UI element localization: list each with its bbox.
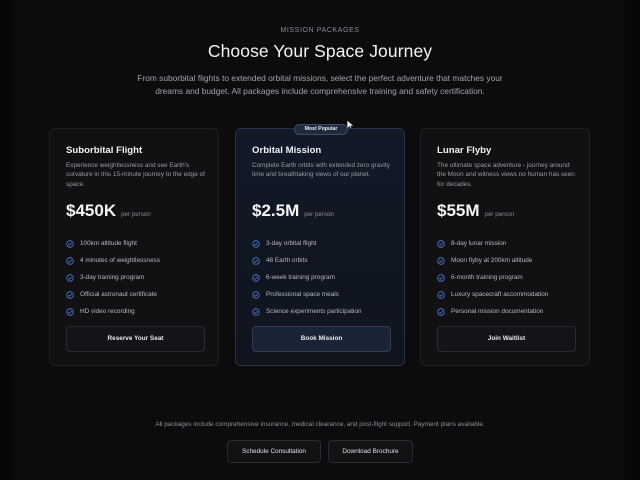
package-name: Orbital Mission <box>252 145 322 156</box>
book-mission-button[interactable]: Book Mission <box>252 326 391 352</box>
feature-label: Official astronaut certificate <box>80 291 157 298</box>
feature-item: 4 minutes of weightlessness <box>66 252 160 269</box>
feature-label: Personal mission documentation <box>451 308 544 315</box>
package-price: $55M <box>437 201 480 220</box>
feature-list: 8-day lunar mission Moon flyby at 200km … <box>437 235 548 320</box>
check-circle-icon <box>66 239 74 248</box>
price-row: $55M per person <box>437 201 514 221</box>
package-description: The ultimate space adventure - journey a… <box>437 162 575 188</box>
feature-label: 3-day training program <box>80 274 145 281</box>
check-circle-icon <box>252 239 260 248</box>
feature-item: Luxury spacecraft accommodation <box>437 286 548 303</box>
package-name: Suborbital Flight <box>66 145 143 156</box>
package-price: $2.5M <box>252 201 300 220</box>
check-circle-icon <box>252 307 260 316</box>
package-card-suborbital: Suborbital Flight Experience weightlessn… <box>49 128 219 366</box>
feature-label: HD video recording <box>80 308 135 315</box>
most-popular-badge: Most Popular <box>294 124 348 135</box>
package-name: Lunar Flyby <box>437 145 492 156</box>
check-circle-icon <box>252 273 260 282</box>
check-circle-icon <box>66 256 74 265</box>
feature-label: Professional space meals <box>266 291 339 298</box>
check-circle-icon <box>437 273 445 282</box>
page: MISSION PACKAGES Choose Your Space Journ… <box>0 0 640 480</box>
feature-item: Personal mission documentation <box>437 303 548 320</box>
feature-item: 6-month training program <box>437 269 548 286</box>
feature-label: 6-week training program <box>266 274 335 281</box>
check-circle-icon <box>66 307 74 316</box>
section-eyebrow: MISSION PACKAGES <box>280 27 360 34</box>
feature-label: Luxury spacecraft accommodation <box>451 291 549 298</box>
feature-item: 3-day orbital flight <box>252 235 362 252</box>
package-card-orbital: Most Popular Orbital Mission Complete Ea… <box>235 124 405 366</box>
left-edge-shade <box>0 0 22 480</box>
join-waitlist-button[interactable]: Join Waitlist <box>437 326 576 352</box>
price-row: $2.5M per person <box>252 201 334 221</box>
feature-label: 48 Earth orbits <box>266 257 308 264</box>
feature-item: Official astronaut certificate <box>66 286 160 303</box>
package-card-lunar: Lunar Flyby The ultimate space adventure… <box>420 128 590 366</box>
price-unit: per person <box>484 211 515 218</box>
page-subtitle: From suborbital flights to extended orbi… <box>137 73 503 96</box>
packages-footnote: All packages include comprehensive insur… <box>155 421 485 428</box>
check-circle-icon <box>66 273 74 282</box>
feature-item: 100km altitude flight <box>66 235 160 252</box>
check-circle-icon <box>252 290 260 299</box>
check-circle-icon <box>437 256 445 265</box>
feature-item: Science experiments participation <box>252 303 362 320</box>
feature-list: 100km altitude flight 4 minutes of weigh… <box>66 235 160 320</box>
check-circle-icon <box>437 290 445 299</box>
feature-item: Moon flyby at 200km altitude <box>437 252 548 269</box>
price-unit: per person <box>304 211 334 218</box>
feature-label: Science experiments participation <box>266 308 362 315</box>
page-title: Choose Your Space Journey <box>207 41 433 61</box>
price-unit: per person <box>121 211 151 218</box>
feature-item: 3-day training program <box>66 269 160 286</box>
feature-label: 4 minutes of weightlessness <box>80 257 160 264</box>
feature-label: 3-day orbital flight <box>266 240 317 247</box>
feature-label: Moon flyby at 200km altitude <box>451 257 533 264</box>
check-circle-icon <box>437 307 445 316</box>
feature-label: 8-day lunar mission <box>451 240 507 247</box>
price-row: $450K per person <box>66 201 151 221</box>
reserve-seat-button[interactable]: Reserve Your Seat <box>66 326 205 352</box>
check-circle-icon <box>252 256 260 265</box>
check-circle-icon <box>66 290 74 299</box>
package-description: Experience weightlessness and see Earth'… <box>66 162 205 188</box>
download-brochure-button[interactable]: Download Brochure <box>328 440 413 463</box>
right-edge-shade <box>618 0 640 480</box>
feature-item: 8-day lunar mission <box>437 235 548 252</box>
feature-item: 48 Earth orbits <box>252 252 362 269</box>
package-price: $450K <box>66 201 117 220</box>
feature-item: 6-week training program <box>252 269 362 286</box>
feature-list: 3-day orbital flight 48 Earth orbits 6-w… <box>252 235 362 320</box>
feature-label: 100km altitude flight <box>80 240 137 247</box>
feature-label: 6-month training program <box>451 274 523 281</box>
schedule-consultation-button[interactable]: Schedule Consultation <box>227 440 321 463</box>
package-description: Complete Earth orbits with extended zero… <box>252 162 390 179</box>
feature-item: Professional space meals <box>252 286 362 303</box>
check-circle-icon <box>437 239 445 248</box>
feature-item: HD video recording <box>66 303 160 320</box>
